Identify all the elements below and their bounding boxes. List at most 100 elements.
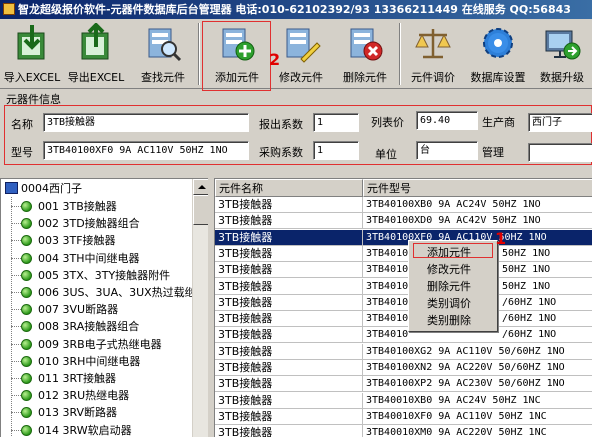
context-menu-item[interactable]: 删除元件 [411,278,495,295]
unit-label: 单位 [375,148,397,161]
cell-model-tail: /60HZ 1NO [502,329,557,341]
tree-item[interactable]: 003 3TF接触器 [11,232,116,249]
cell-model: 3TB40010XM0 9A AC220V 50HZ 1NC [366,427,547,437]
cell-name: 3TB接触器 [218,426,273,437]
tree-item[interactable]: 010 3RH中间继电器 [11,353,140,370]
table-row[interactable]: 3TB接触器 3TB40100XN2 9A AC220V 50/60HZ 1NO [215,360,592,376]
component-grid[interactable]: 元件名称 元件型号 3TB接触器 3TB40100XB0 9A AC24V 50H… [214,178,592,437]
upgrade-button[interactable]: 数据升级 [530,21,592,87]
table-row[interactable]: 3TB接触器 3TB4010 50HZ 1NO [215,278,592,295]
tree-connector [11,257,21,259]
table-row[interactable]: 3TB接触器 3TB40100XB0 9A AC24V 50HZ 1NO [215,197,592,213]
tree-item[interactable]: 002 3TD接触器组合 [11,215,140,232]
tree-item[interactable]: 011 3RT接触器 [11,370,116,387]
app-icon [3,3,15,15]
cell-model: 3TB4010 [366,313,409,325]
cell-model: 3TB40100XN2 9A AC220V 50/60HZ 1NO [366,362,565,373]
cell-model: 3TB4010 [366,247,409,259]
quote-coef-field[interactable]: 1 [313,113,359,132]
context-menu-item[interactable]: 类别删除 [411,312,495,329]
context-menu-item[interactable]: 修改元件 [411,261,495,278]
table-row[interactable]: 3TB接触器 3TB40010XF0 9A AC110V 50HZ 1NC [215,408,592,425]
purchase-coef-label: 采购系数 [259,146,303,159]
manufacturer-field[interactable]: 西门子 [528,113,592,132]
table-row[interactable]: 3TB接触器 3TB4010 50HZ 1NO [215,245,592,262]
cell-model: 3TB40010XF0 9A AC110V 50HZ 1NC [366,410,547,422]
tree-item[interactable]: 008 3RA接触器组合 [11,318,139,335]
column-divider [362,294,363,311]
tree-item[interactable]: 006 3US、3UA、3UX热过载继 [11,284,196,301]
gear-icon [478,23,518,63]
purchase-coef-field[interactable]: 1 [313,141,359,160]
adjust-price-button[interactable]: 元件调价 [401,21,465,87]
tree-item[interactable]: 007 3VU断路器 [11,301,118,318]
column-header-model[interactable]: 元件型号 [363,179,592,197]
tree-item[interactable]: 013 3RV断路器 [11,404,117,421]
tree-connector [11,429,21,431]
table-row[interactable]: 3TB接触器 3TB4010/60HZ 1NO [215,294,592,311]
tree-item[interactable]: 009 3RB电子式热继电器 [11,336,162,353]
tree-connector [11,395,21,397]
tree-item[interactable]: 012 3RU热继电器 [11,387,129,404]
cell-model: 3TB4010 [366,280,409,292]
column-header-name[interactable]: 元件名称 [215,179,363,197]
table-row[interactable]: 3TB接触器 3TB4010 50HZ 1NO [215,262,592,279]
cell-name: 3TB接触器 [218,393,273,407]
context-menu-item[interactable]: 类别调价 [411,295,495,312]
table-row[interactable]: 3TB接触器 3TB40010XM0 9A AC220V 50HZ 1NC [215,425,592,437]
scale-icon [413,23,453,63]
tree-item[interactable]: 014 3RW软启动器 [11,422,132,437]
tree-item-label: 008 3RA接触器组合 [38,320,140,334]
table-row[interactable]: 3TB接触器 3TB40010XB0 9A AC24V 50HZ 1NC [215,392,592,409]
table-row[interactable]: 3TB接触器 3TB4010/60HZ 1NO [215,311,592,328]
tree-connector [11,343,21,345]
cell-model-tail: 50HZ 1NO [502,264,551,276]
category-node-icon [21,252,32,264]
table-row[interactable]: 3TB接触器 3TB4010/60HZ 1NO [215,327,592,344]
cell-model-tail: /60HZ 1NO [502,313,557,325]
category-tree[interactable]: 0004西门子 001 3TB接触器 002 3TD接触器组合 003 3TF接触器… [0,178,208,437]
cell-model: 3TB4010 [366,264,409,276]
cell-model: 3TB40100XP2 9A AC230V 50/60HZ 1NO [366,378,565,390]
name-field[interactable]: 3TB接触器 [43,113,249,132]
list-price-label: 列表价 [371,116,404,129]
db-settings-button[interactable]: 数据库设置 [466,21,530,87]
find-component-label: 查找元件 [141,71,185,84]
tree-item[interactable]: 004 3TH中间继电器 [11,250,139,267]
delete-component-button[interactable]: 删除元件 [333,21,397,87]
manufacturer-label: 生产商 [482,116,515,129]
category-node-icon [21,269,32,281]
tree-item-label: 010 3RH中间继电器 [38,354,141,368]
window-title: 智龙超级报价软件-元器件数据库后台管理器 电话:010-62102392/93 … [18,3,571,16]
scroll-up-arrow[interactable] [193,179,208,195]
list-price-field[interactable]: 69.40 [416,111,478,130]
tree-item-label: 007 3VU断路器 [38,303,119,317]
unit-field[interactable]: 台 [416,141,478,160]
tree-item[interactable]: 005 3TX、3TY接触器附件 [11,267,170,284]
tree-connector [11,240,21,242]
tree-scrollbar[interactable] [192,179,208,437]
cell-model: 3TB40100XD0 9A AC42V 50HZ 1NO [366,215,541,227]
tree-root-node[interactable]: 0004西门子 [5,181,82,197]
quote-coef-label: 报出系数 [259,118,303,131]
table-row[interactable]: 3TB接触器 3TB40100XP2 9A AC230V 50/60HZ 1NO [215,376,592,393]
table-row[interactable]: 3TB接触器 3TB40100XD0 9A AC42V 50HZ 1NO [215,213,592,230]
manage-field[interactable] [528,143,592,162]
find-component-button[interactable]: 查找元件 [131,21,195,87]
export-excel-button[interactable]: 导出EXCEL [64,21,128,87]
import-excel-button[interactable]: 导入EXCEL [0,21,64,87]
model-field[interactable]: 3TB40100XF0 9A AC110V 50HZ 1NO [43,141,249,160]
cell-name: 3TB接触器 [218,279,273,293]
tree-connector [11,309,21,311]
scroll-thumb[interactable] [193,195,208,225]
tree-connector [11,360,21,362]
column-divider [362,327,363,344]
delete-component-label: 删除元件 [343,71,387,84]
cell-name: 3TB接触器 [218,214,273,228]
table-row[interactable]: 3TB接触器 3TB40100XG2 9A AC110V 50/60HZ 1NO [215,343,592,360]
category-node-icon [21,321,32,333]
table-row-selected[interactable]: 3TB接触器 3TB40100XF0 9A AC110V 50HZ 1NO [215,229,592,246]
name-label: 名称 [11,118,33,131]
tree-item[interactable]: 001 3TB接触器 [11,198,117,215]
category-node-icon [21,201,32,212]
